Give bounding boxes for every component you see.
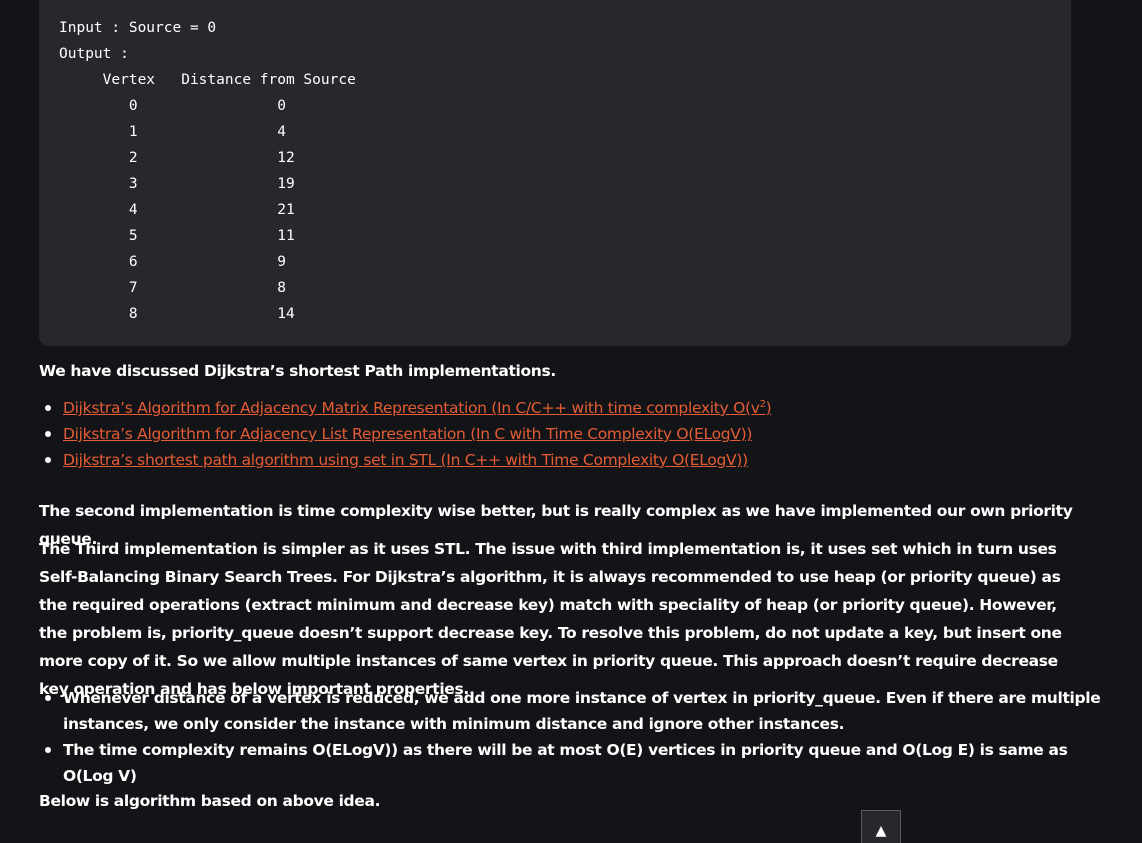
list-item: The time complexity remains O(ELogV)) as… — [45, 737, 1103, 789]
code-output-block: Input : Source = 0 Output : Vertex Dista… — [39, 0, 1071, 346]
algorithm-intro-paragraph: Below is algorithm based on above idea. — [39, 792, 381, 810]
list-item: Dijkstra’s Algorithm for Adjacency Matri… — [45, 395, 1103, 421]
list-item: Dijkstra’s Algorithm for Adjacency List … — [45, 421, 1103, 447]
implementation-links-list: Dijkstra’s Algorithm for Adjacency Matri… — [39, 395, 1103, 473]
properties-list: Whenever distance of a vertex is reduced… — [39, 685, 1103, 789]
intro-paragraph: We have discussed Dijkstra’s shortest Pa… — [39, 362, 556, 380]
list-item: Dijkstra’s shortest path algorithm using… — [45, 447, 1103, 473]
code-output-text: Input : Source = 0 Output : Vertex Dista… — [59, 20, 356, 322]
third-implementation-paragraph: The Third implementation is simpler as i… — [39, 540, 1062, 698]
link-adjacency-list[interactable]: Dijkstra’s Algorithm for Adjacency List … — [63, 425, 752, 443]
article-page: Input : Source = 0 Output : Vertex Dista… — [0, 0, 1142, 843]
scroll-to-top-button[interactable]: ▲ — [861, 810, 901, 843]
link-adjacency-matrix[interactable]: Dijkstra’s Algorithm for Adjacency Matri… — [63, 399, 772, 417]
list-item: Whenever distance of a vertex is reduced… — [45, 685, 1103, 737]
link-set-stl[interactable]: Dijkstra’s shortest path algorithm using… — [63, 451, 748, 469]
arrow-up-icon: ▲ — [875, 823, 887, 839]
